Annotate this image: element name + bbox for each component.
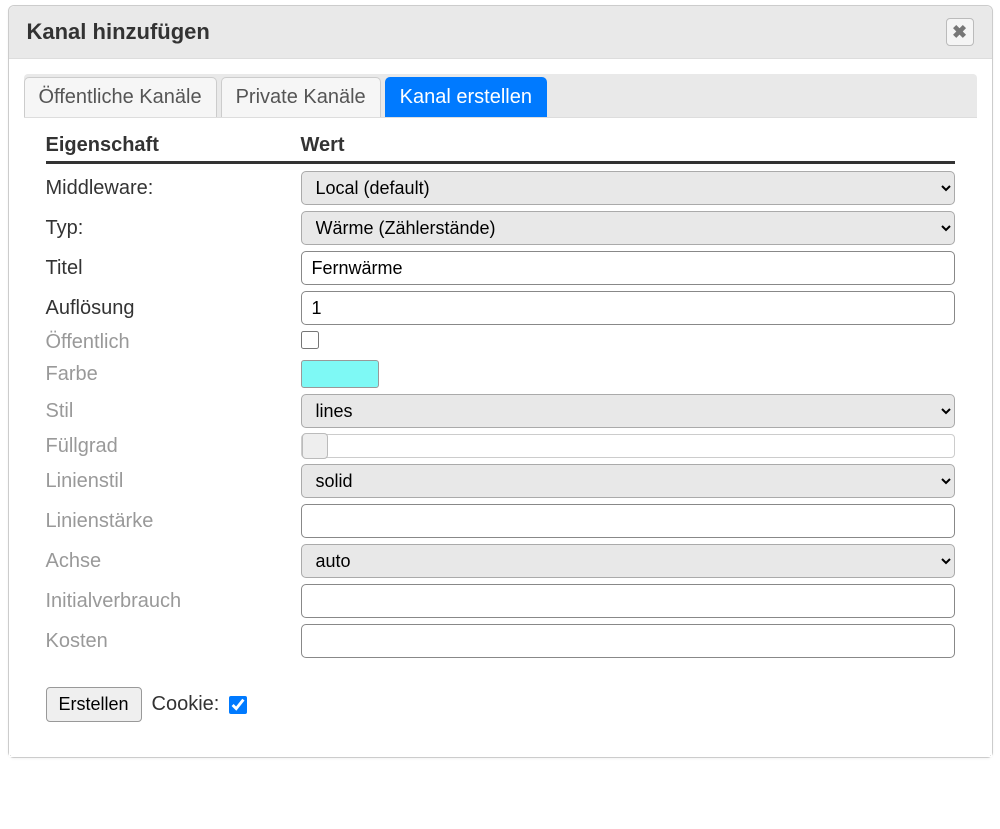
header-property: Eigenschaft: [46, 134, 301, 157]
select-middleware[interactable]: Local (default): [301, 171, 955, 205]
row-title: Titel: [46, 248, 955, 288]
create-button[interactable]: Erstellen: [46, 687, 142, 722]
label-color: Farbe: [46, 363, 98, 385]
label-public: Öffentlich: [46, 331, 130, 353]
row-axis: Achse auto: [46, 541, 955, 581]
label-resolution: Auflösung: [46, 297, 135, 319]
label-linestrength: Linienstärke: [46, 510, 154, 532]
input-title[interactable]: [301, 251, 955, 285]
close-icon: ✖: [952, 22, 967, 43]
input-cost[interactable]: [301, 624, 955, 658]
row-type: Typ: Wärme (Zählerstände): [46, 208, 955, 248]
select-style[interactable]: lines: [301, 394, 955, 428]
row-public: Öffentlich: [46, 328, 955, 357]
cookie-label: Cookie:: [152, 693, 220, 716]
label-style: Stil: [46, 400, 74, 422]
label-title: Titel: [46, 257, 83, 279]
tab-public-channels[interactable]: Öffentliche Kanäle: [24, 77, 217, 117]
row-linestrength: Linienstärke: [46, 501, 955, 541]
close-button[interactable]: ✖: [946, 18, 974, 46]
row-linestyle: Linienstil solid: [46, 461, 955, 501]
tab-create-channel[interactable]: Kanal erstellen: [385, 77, 547, 117]
add-channel-dialog: Kanal hinzufügen ✖ Öffentliche Kanäle Pr…: [8, 5, 993, 758]
color-swatch[interactable]: [301, 360, 379, 388]
select-type[interactable]: Wärme (Zählerstände): [301, 211, 955, 245]
tab-private-channels[interactable]: Private Kanäle: [221, 77, 381, 117]
dialog-title: Kanal hinzufügen: [27, 19, 210, 45]
checkbox-cookie[interactable]: [229, 696, 247, 714]
dialog-header: Kanal hinzufügen ✖: [9, 6, 992, 59]
input-initialusage[interactable]: [301, 584, 955, 618]
dialog-body: Öffentliche Kanäle Private Kanäle Kanal …: [9, 59, 992, 757]
row-style: Stil lines: [46, 391, 955, 431]
tabs-bar: Öffentliche Kanäle Private Kanäle Kanal …: [24, 74, 977, 118]
select-linestyle[interactable]: solid: [301, 464, 955, 498]
row-cost: Kosten: [46, 621, 955, 661]
property-table-header: Eigenschaft Wert: [46, 134, 955, 164]
input-linestrength[interactable]: [301, 504, 955, 538]
row-fillgrade: Füllgrad: [46, 431, 955, 461]
label-linestyle: Linienstil: [46, 470, 124, 492]
label-cost: Kosten: [46, 630, 108, 652]
label-fillgrade: Füllgrad: [46, 435, 118, 457]
label-axis: Achse: [46, 550, 102, 572]
row-color: Farbe: [46, 357, 955, 391]
label-middleware: Middleware:: [46, 177, 154, 199]
footer-row: Erstellen Cookie:: [46, 687, 955, 722]
slider-handle[interactable]: [302, 433, 328, 459]
form-content: Eigenschaft Wert Middleware: Local (defa…: [24, 118, 977, 742]
row-resolution: Auflösung: [46, 288, 955, 328]
checkbox-public[interactable]: [301, 331, 319, 349]
input-resolution[interactable]: [301, 291, 955, 325]
select-axis[interactable]: auto: [301, 544, 955, 578]
label-initialusage: Initialverbrauch: [46, 590, 182, 612]
row-middleware: Middleware: Local (default): [46, 168, 955, 208]
label-type: Typ:: [46, 217, 84, 239]
header-value: Wert: [301, 134, 955, 157]
row-initialusage: Initialverbrauch: [46, 581, 955, 621]
slider-fillgrade[interactable]: [301, 434, 955, 458]
